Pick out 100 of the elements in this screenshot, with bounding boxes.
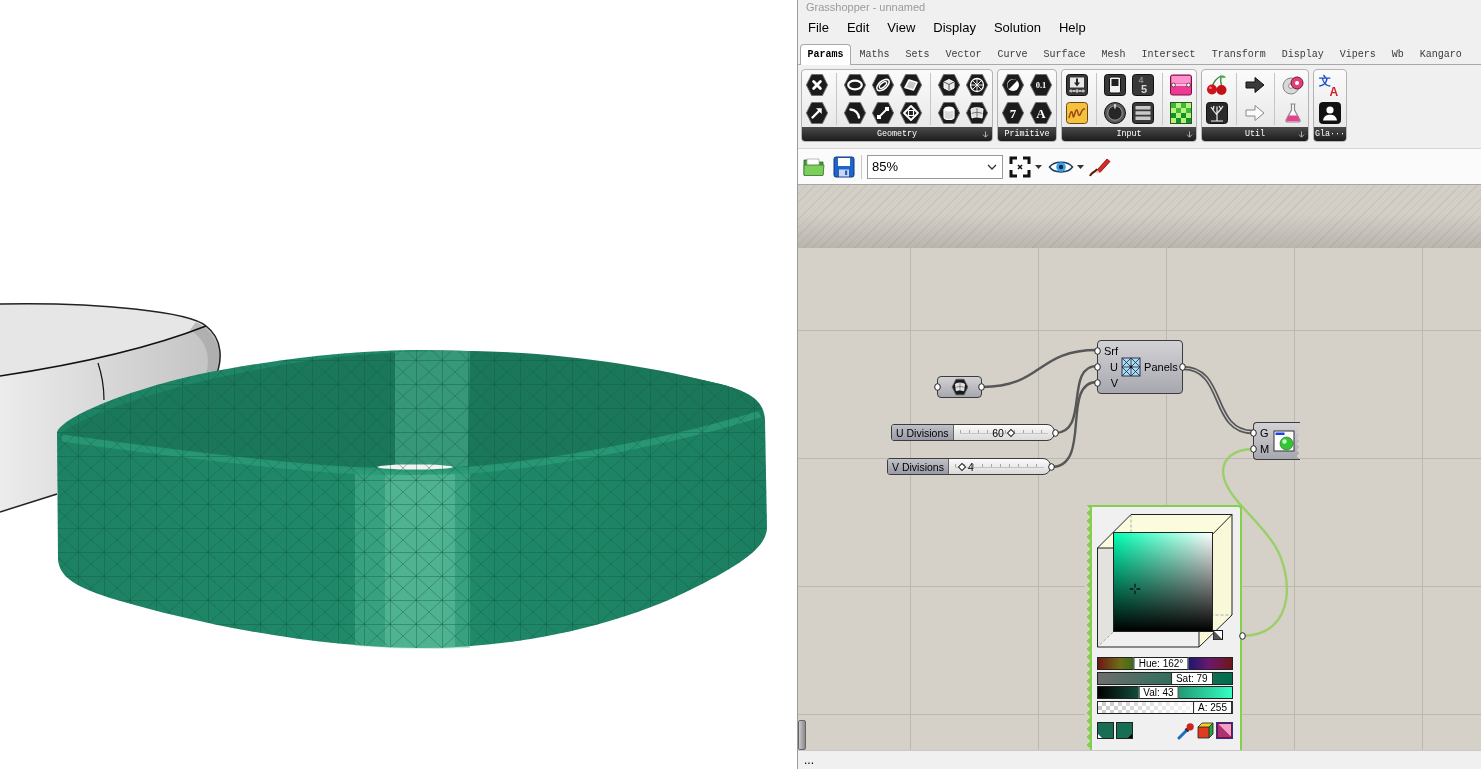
ellipse-hex-icon[interactable] <box>843 73 867 97</box>
slider-label: U Divisions <box>892 425 954 440</box>
caret-icon[interactable] <box>1035 164 1042 169</box>
toggle-tile-icon[interactable] <box>1103 73 1127 97</box>
grip-icon[interactable] <box>1239 632 1246 640</box>
panel-grid-icon <box>1121 357 1142 377</box>
tab[interactable]: Maths <box>852 45 898 64</box>
input-label: M <box>1260 443 1270 455</box>
shaded-cube-icon[interactable] <box>1216 722 1233 739</box>
colour-slider-label[interactable]: Val: 43 <box>1138 686 1179 699</box>
window-title: Grasshopper - unnamed <box>806 1 926 13</box>
caret-icon[interactable] <box>1077 164 1084 169</box>
tab[interactable]: Params <box>800 44 851 65</box>
expand-arrow-icon[interactable] <box>982 130 989 138</box>
slider-label: V Divisions <box>888 459 949 474</box>
menu-item[interactable]: Edit <box>837 17 879 39</box>
decimal-hex-icon[interactable]: 0.1 <box>1029 73 1053 97</box>
half-circle-hex-icon[interactable] <box>1001 73 1025 97</box>
ribbon-group-label: Primitive <box>1004 129 1050 139</box>
colour-swatch-icon[interactable] <box>1116 722 1133 739</box>
line-hex-icon[interactable] <box>871 101 895 125</box>
resize-handle-icon[interactable] <box>1213 630 1223 640</box>
colour-slider-track[interactable]: A: 255 <box>1097 700 1233 714</box>
mesh-sphere-hex-icon[interactable] <box>965 73 989 97</box>
plane-hex-icon[interactable] <box>899 73 923 97</box>
eye-icon[interactable] <box>1048 158 1074 175</box>
list-tile-icon[interactable] <box>1131 101 1155 125</box>
tab[interactable]: Display <box>1274 45 1332 64</box>
rectangle-hex-icon[interactable] <box>899 101 923 125</box>
colour-slider-track[interactable]: Sat: 79 <box>1097 671 1233 685</box>
menu-item[interactable]: Solution <box>984 17 1050 39</box>
digit-hex-icon[interactable]: 7 <box>1001 101 1025 125</box>
slider-track[interactable]: 60 <box>953 425 1054 440</box>
cylinder-hex-icon[interactable] <box>937 101 961 125</box>
menu-item[interactable]: File <box>799 17 838 39</box>
grip-icon[interactable] <box>1052 428 1059 437</box>
input-label: V <box>1110 377 1119 389</box>
arrow-hex-icon[interactable] <box>805 101 829 125</box>
colour-swatch-icon[interactable] <box>1097 722 1114 739</box>
slider-tile-icon[interactable] <box>1065 73 1089 97</box>
save-icon[interactable] <box>833 155 855 178</box>
menu-item[interactable]: Help <box>1049 17 1095 39</box>
preview-component[interactable]: G M <box>1253 422 1300 460</box>
grip-icon[interactable] <box>1179 363 1187 371</box>
grip-icon[interactable] <box>978 383 985 391</box>
panels-component[interactable]: Srf U V Panels <box>1097 340 1183 394</box>
colour-square-field[interactable] <box>1113 532 1213 632</box>
scrollbar-thumb[interactable] <box>798 720 806 750</box>
eyedropper-icon[interactable] <box>1177 721 1195 740</box>
grip-icon[interactable] <box>934 383 941 391</box>
status-text: ... <box>804 753 814 767</box>
rgb-cube-icon[interactable] <box>1197 722 1214 739</box>
colour-slider-label[interactable]: Sat: 79 <box>1170 671 1213 685</box>
gradient-bar-icon[interactable] <box>1169 73 1193 97</box>
slider-track[interactable]: 4 <box>948 459 1050 474</box>
letter-hex-icon[interactable]: A <box>1029 101 1053 125</box>
arc-hex-icon[interactable] <box>843 101 867 125</box>
tab[interactable]: Surface <box>1036 45 1094 64</box>
ribbon-group-label: Util <box>1244 129 1266 139</box>
cube-hex-icon[interactable] <box>937 73 961 97</box>
digit-tile-icon[interactable]: 4 5 <box>1131 73 1155 97</box>
tab[interactable]: Sets <box>898 45 938 64</box>
tab[interactable]: Curve <box>990 45 1036 64</box>
ribbon-group-label: Gla··· <box>1314 129 1346 139</box>
tab[interactable]: Vipers <box>1332 45 1384 64</box>
colour-slider-track[interactable]: Hue: 162° <box>1097 657 1233 670</box>
colour-slider-label[interactable]: Hue: 162° <box>1133 657 1189 670</box>
tab[interactable]: Kangaro <box>1412 45 1470 64</box>
tree-tile-icon[interactable] <box>1205 101 1229 125</box>
chevron-down-icon <box>987 163 997 170</box>
expand-arrow-icon[interactable] <box>1186 130 1193 138</box>
surface-hex-icon <box>950 378 969 396</box>
crosshair-icon[interactable] <box>1129 583 1141 595</box>
menu-item[interactable]: View <box>878 17 925 39</box>
cross-hex-icon[interactable] <box>805 73 829 97</box>
expand-arrow-icon[interactable] <box>1298 130 1305 138</box>
grip-icon[interactable] <box>1048 462 1055 471</box>
ribbon-group-label: Input <box>1116 129 1142 139</box>
rings-hex-icon[interactable] <box>871 73 895 97</box>
menu-item[interactable]: Display <box>924 17 985 39</box>
tab[interactable]: Mesh <box>1094 45 1134 64</box>
graph-mapper-icon[interactable] <box>1065 101 1089 125</box>
tab[interactable]: Transform <box>1204 45 1274 64</box>
input-label: U <box>1110 361 1119 373</box>
colour-slider-track[interactable]: Val: 43 <box>1097 686 1233 699</box>
zoom-select[interactable]: 85% <box>867 154 1003 179</box>
person-tile-icon[interactable] <box>1318 101 1342 125</box>
knob-icon[interactable] <box>1103 101 1127 125</box>
cherry-icon[interactable] <box>1205 73 1229 97</box>
parameter-node[interactable] <box>937 376 982 398</box>
checker-grid-icon[interactable] <box>1169 101 1193 125</box>
tab[interactable]: Vector <box>938 45 990 64</box>
colour-slider-label[interactable]: A: 255 <box>1193 700 1232 714</box>
disc-icon[interactable] <box>1281 73 1305 97</box>
tab[interactable]: Intersect <box>1134 45 1204 64</box>
tab[interactable]: Wb <box>1384 45 1412 64</box>
surface-hex-icon[interactable] <box>965 101 989 125</box>
folder-icon[interactable] <box>803 155 825 178</box>
zoom-extents-icon[interactable] <box>1008 154 1032 179</box>
translate-icon[interactable]: 文 A <box>1318 73 1342 97</box>
